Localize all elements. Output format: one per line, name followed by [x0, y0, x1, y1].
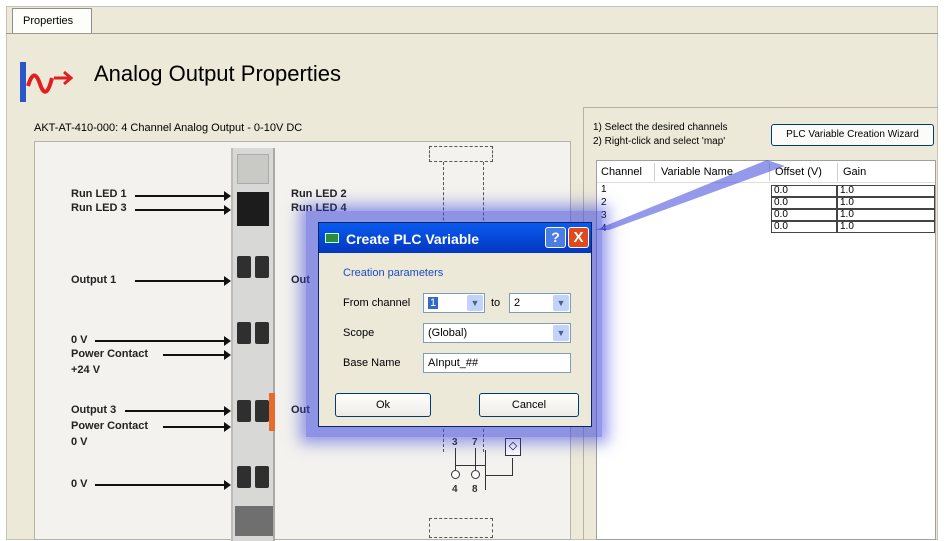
- current-source-icon: ◇: [505, 438, 521, 456]
- instruction-line-2: 2) Right-click and select 'map': [593, 136, 726, 147]
- ok-button[interactable]: Ok: [335, 393, 431, 417]
- section-creation-parameters: Creation parameters: [343, 267, 444, 279]
- to-channel-select[interactable]: 2 ▼: [509, 293, 571, 313]
- instruction-line-1: 1) Select the desired channels: [593, 122, 728, 133]
- led-block: [237, 192, 269, 226]
- chevron-down-icon: ▼: [553, 325, 569, 341]
- label-24v: +24 V: [71, 364, 101, 376]
- tab-properties[interactable]: Properties: [12, 8, 92, 34]
- terminal-8: 8: [472, 484, 478, 495]
- terminal-3: 3: [452, 437, 458, 448]
- scope-select[interactable]: (Global) ▼: [423, 323, 571, 343]
- from-channel-select[interactable]: 1 ▼: [423, 293, 485, 313]
- label-run-led-1: Run LED 1: [71, 188, 127, 200]
- base-name-label: Base Name: [343, 357, 401, 369]
- label-0v-c: 0 V: [71, 478, 88, 490]
- create-plc-variable-dialog: Create PLC Variable ? X Creation paramet…: [318, 222, 592, 427]
- analog-output-icon: [20, 62, 74, 102]
- label-run-led-2: Run LED 2: [291, 188, 347, 200]
- label-output-3: Output 3: [71, 404, 117, 416]
- scope-label: Scope: [343, 327, 375, 339]
- terminal-4: 4: [452, 484, 458, 495]
- cancel-button[interactable]: Cancel: [479, 393, 579, 417]
- callout-beam: [595, 160, 785, 230]
- dialog-title: Create PLC Variable: [346, 231, 480, 247]
- chevron-down-icon: ▼: [553, 295, 569, 311]
- help-icon[interactable]: ?: [545, 227, 566, 248]
- tab-divider: [6, 33, 938, 34]
- chevron-down-icon: ▼: [467, 295, 483, 311]
- label-0v-b: 0 V: [71, 436, 88, 448]
- close-icon[interactable]: X: [568, 227, 589, 248]
- label-run-led-3: Run LED 3: [71, 202, 127, 214]
- from-channel-label: From channel: [343, 297, 411, 309]
- label-0v-a: 0 V: [71, 334, 88, 346]
- label-power-contact-a: Power Contact: [71, 348, 149, 360]
- plc-variable-icon: [325, 233, 339, 243]
- col-gain[interactable]: Gain: [843, 166, 866, 178]
- to-label: to: [491, 297, 501, 309]
- instructions: 1) Select the desired channels 2) Right-…: [593, 121, 728, 149]
- base-name-input[interactable]: AInput_##: [423, 353, 571, 373]
- label-output-1: Output 1: [71, 274, 117, 286]
- terminal-module: [231, 148, 275, 541]
- page-title: Analog Output Properties: [94, 61, 342, 86]
- plc-variable-wizard-button[interactable]: PLC Variable Creation Wizard: [771, 124, 934, 146]
- label-power-contact-b: Power Contact: [71, 420, 149, 432]
- device-description: AKT-AT-410-000: 4 Channel Analog Output …: [34, 122, 303, 134]
- terminal-7: 7: [472, 437, 478, 448]
- module-label-plate: [235, 506, 273, 536]
